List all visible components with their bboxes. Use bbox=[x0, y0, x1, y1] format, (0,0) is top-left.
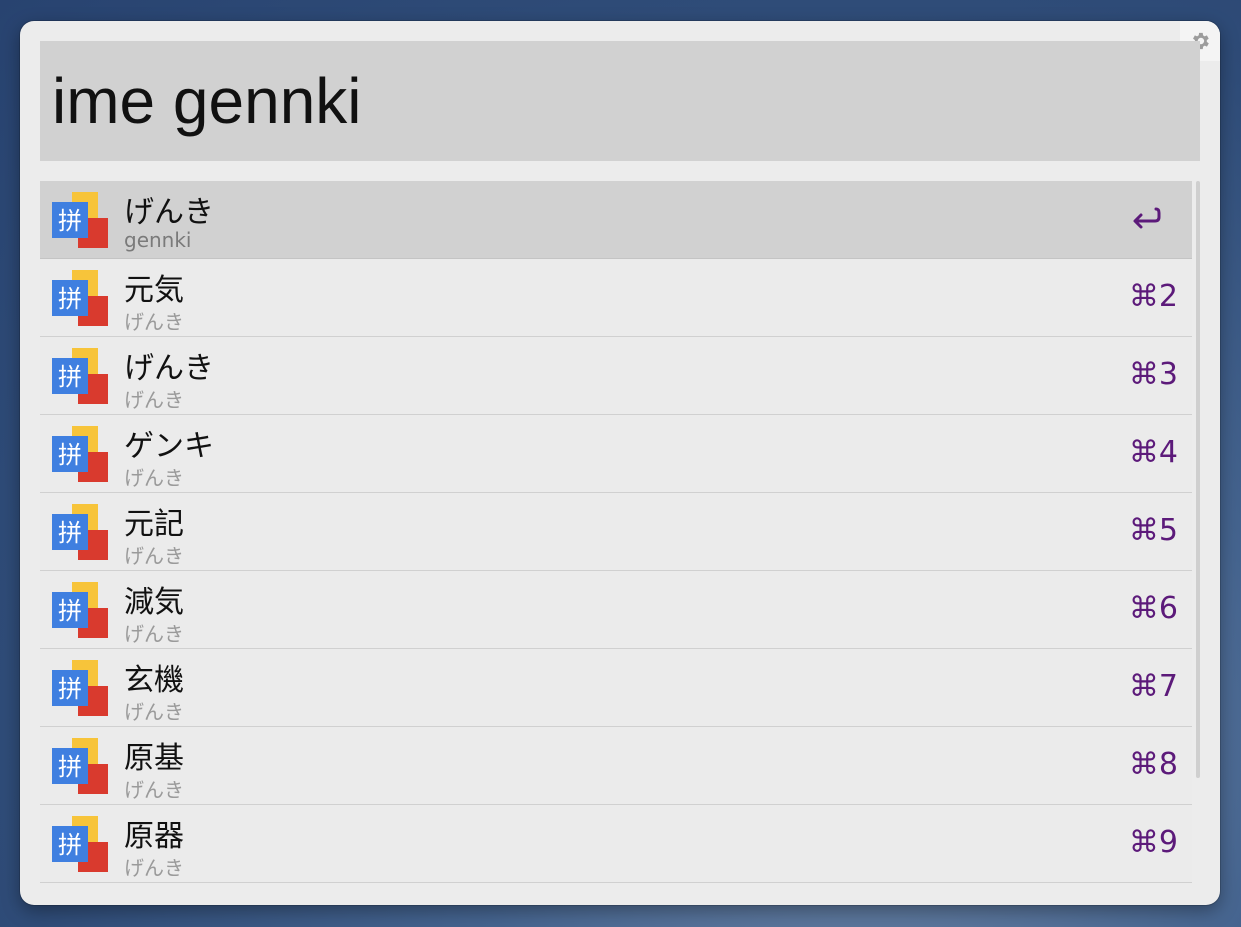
result-shortcut: ⌘6 bbox=[1128, 591, 1178, 626]
return-icon bbox=[1133, 207, 1161, 229]
pinyin-ime-icon: 拼 bbox=[52, 270, 108, 326]
svg-text:拼: 拼 bbox=[58, 285, 82, 313]
result-title: 原基 bbox=[124, 741, 184, 776]
result-shortcut: ⌘3 bbox=[1128, 357, 1178, 392]
result-title: 玄機 bbox=[124, 663, 184, 698]
svg-text:拼: 拼 bbox=[58, 753, 82, 781]
result-subtitle: げんき bbox=[124, 388, 184, 412]
result-row[interactable]: 拼 原器 げんき ⌘9 bbox=[40, 805, 1192, 883]
pinyin-ime-icon: 拼 bbox=[52, 504, 108, 560]
svg-text:拼: 拼 bbox=[58, 831, 82, 859]
result-shortcut: ⌘2 bbox=[1128, 279, 1178, 314]
svg-text:拼: 拼 bbox=[58, 207, 82, 235]
svg-text:拼: 拼 bbox=[58, 363, 82, 391]
result-title: 減気 bbox=[124, 585, 184, 620]
result-shortcut: ⌘8 bbox=[1128, 747, 1178, 782]
results-scrollbar[interactable] bbox=[1196, 181, 1200, 778]
pinyin-ime-icon: 拼 bbox=[52, 426, 108, 482]
result-subtitle: げんき bbox=[124, 310, 184, 334]
result-shortcut: ⌘9 bbox=[1128, 825, 1178, 860]
results-list: 拼 げんき gennki 拼 元気 げんき ⌘2 拼 げんき げんき ⌘3 拼 … bbox=[40, 181, 1192, 883]
result-row[interactable]: 拼 原基 げんき ⌘8 bbox=[40, 727, 1192, 805]
result-subtitle: げんき bbox=[124, 700, 184, 724]
result-row[interactable]: 拼 玄機 げんき ⌘7 bbox=[40, 649, 1192, 727]
result-subtitle: げんき bbox=[124, 856, 184, 880]
result-subtitle: げんき bbox=[124, 466, 184, 490]
search-box[interactable] bbox=[40, 41, 1200, 161]
result-title: げんき bbox=[124, 351, 214, 386]
svg-text:拼: 拼 bbox=[58, 597, 82, 625]
result-shortcut: ⌘4 bbox=[1128, 435, 1178, 470]
svg-text:拼: 拼 bbox=[58, 675, 82, 703]
result-row[interactable]: 拼 げんき げんき ⌘3 bbox=[40, 337, 1192, 415]
result-subtitle: げんき bbox=[124, 544, 184, 568]
svg-text:拼: 拼 bbox=[58, 519, 82, 547]
pinyin-ime-icon: 拼 bbox=[52, 660, 108, 716]
result-row[interactable]: 拼 減気 げんき ⌘6 bbox=[40, 571, 1192, 649]
pinyin-ime-icon: 拼 bbox=[52, 816, 108, 872]
result-title: 原器 bbox=[124, 819, 184, 854]
pinyin-ime-icon: 拼 bbox=[52, 582, 108, 638]
result-subtitle: gennki bbox=[124, 228, 192, 252]
search-input[interactable] bbox=[52, 41, 1182, 161]
result-row[interactable]: 拼 元気 げんき ⌘2 bbox=[40, 259, 1192, 337]
pinyin-ime-icon: 拼 bbox=[52, 192, 108, 248]
result-shortcut: ⌘5 bbox=[1128, 513, 1178, 548]
result-shortcut: ⌘7 bbox=[1128, 669, 1178, 704]
result-title: ゲンキ bbox=[124, 429, 214, 464]
result-title: 元気 bbox=[124, 273, 184, 308]
svg-text:拼: 拼 bbox=[58, 441, 82, 469]
result-title: 元記 bbox=[124, 507, 184, 542]
pinyin-ime-icon: 拼 bbox=[52, 738, 108, 794]
result-row[interactable]: 拼 げんき gennki bbox=[40, 181, 1192, 259]
result-row[interactable]: 拼 元記 げんき ⌘5 bbox=[40, 493, 1192, 571]
result-row[interactable]: 拼 ゲンキ げんき ⌘4 bbox=[40, 415, 1192, 493]
result-subtitle: げんき bbox=[124, 622, 184, 646]
result-subtitle: げんき bbox=[124, 778, 184, 802]
result-title: げんき bbox=[124, 195, 214, 230]
pinyin-ime-icon: 拼 bbox=[52, 348, 108, 404]
